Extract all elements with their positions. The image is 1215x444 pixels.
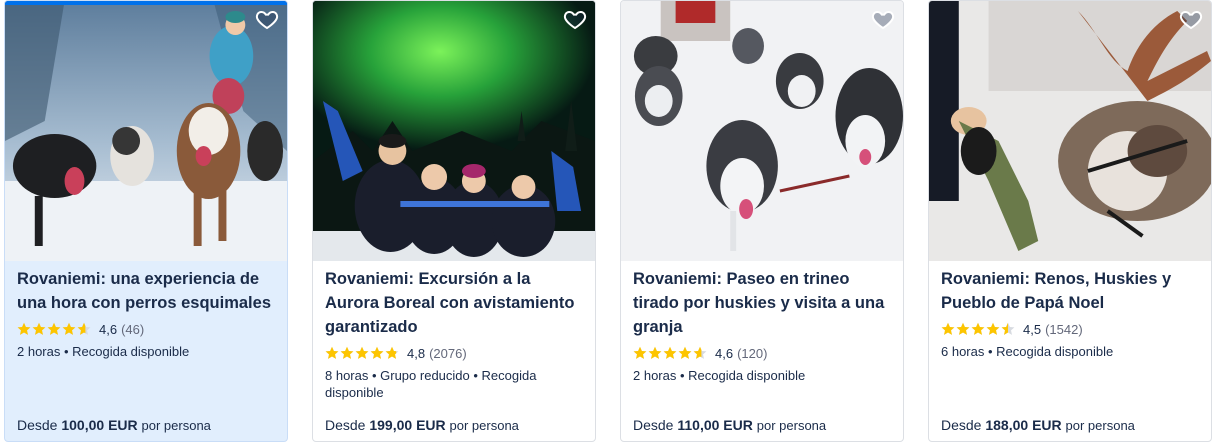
activity-details: 2 horas • Recogida disponible	[17, 344, 190, 359]
wishlist-heart-icon[interactable]	[255, 7, 279, 31]
activity-card-list: Rovaniemi: una experiencia de una hora c…	[4, 0, 1212, 444]
activity-card[interactable]: Rovaniemi: una experiencia de una hora c…	[4, 0, 288, 442]
star-rating	[941, 322, 1015, 336]
rating-row: 4,6 (120)	[633, 344, 893, 362]
star-icon	[663, 346, 677, 360]
review-count: (120)	[737, 345, 768, 361]
rating-score: 4,6	[99, 321, 118, 337]
rating-score: 4,5	[1023, 321, 1042, 337]
review-count: (2076)	[429, 345, 467, 361]
price-amount: 199,00 EUR	[369, 417, 446, 433]
star-icon	[47, 322, 61, 336]
rating-row: 4,6 (46)	[17, 320, 277, 338]
star-icon	[1001, 322, 1015, 336]
rating-score: 4,6	[715, 345, 734, 361]
star-icon	[678, 346, 692, 360]
price-prefix: Desde	[325, 417, 366, 433]
star-icon	[971, 322, 985, 336]
rating-row: 4,8 (2076)	[325, 344, 585, 362]
price-unit: por persona	[756, 418, 827, 433]
price-line: Desde 188,00 EUR por persona	[941, 417, 1135, 433]
activity-title[interactable]: Rovaniemi: Renos, Huskies y Pueblo de Pa…	[941, 267, 1201, 315]
price-prefix: Desde	[17, 417, 58, 433]
activity-card[interactable]: Rovaniemi: Excursión a la Aurora Boreal …	[312, 0, 596, 442]
activity-details: 8 horas • Grupo reducido • Recogida disp…	[325, 368, 537, 400]
star-icon	[77, 322, 91, 336]
star-icon	[370, 346, 384, 360]
star-icon	[986, 322, 1000, 336]
activity-details: 2 horas • Recogida disponible	[633, 368, 806, 383]
activity-details: 6 horas • Recogida disponible	[941, 344, 1114, 359]
star-icon	[956, 322, 970, 336]
price-prefix: Desde	[941, 417, 982, 433]
wishlist-heart-icon[interactable]	[1179, 7, 1203, 31]
star-rating	[325, 346, 399, 360]
star-icon	[693, 346, 707, 360]
review-count: (46)	[121, 321, 145, 337]
activity-card[interactable]: Rovaniemi: Renos, Huskies y Pueblo de Pa…	[928, 0, 1212, 442]
price-line: Desde 199,00 EUR por persona	[325, 417, 519, 433]
star-icon	[32, 322, 46, 336]
activity-title[interactable]: Rovaniemi: una experiencia de una hora c…	[17, 267, 277, 315]
activity-photo-reindeer[interactable]	[929, 1, 1211, 261]
star-icon	[355, 346, 369, 360]
price-amount: 100,00 EUR	[61, 417, 138, 433]
star-icon	[17, 322, 31, 336]
activity-photo-aurora[interactable]	[313, 1, 595, 261]
price-amount: 188,00 EUR	[985, 417, 1062, 433]
price-line: Desde 110,00 EUR por persona	[633, 417, 826, 433]
price-unit: por persona	[449, 418, 519, 433]
activity-title[interactable]: Rovaniemi: Excursión a la Aurora Boreal …	[325, 267, 585, 339]
price-line: Desde 100,00 EUR por persona	[17, 417, 211, 433]
star-icon	[648, 346, 662, 360]
star-icon	[385, 346, 399, 360]
activity-photo-husky-ride[interactable]	[5, 1, 287, 261]
wishlist-heart-icon[interactable]	[871, 7, 895, 31]
wishlist-heart-icon[interactable]	[563, 7, 587, 31]
price-prefix: Desde	[633, 417, 674, 433]
activity-card[interactable]: Rovaniemi: Paseo en trineo tirado por hu…	[620, 0, 904, 442]
star-icon	[62, 322, 76, 336]
review-count: (1542)	[1045, 321, 1083, 337]
price-unit: por persona	[141, 418, 211, 433]
price-amount: 110,00 EUR	[677, 417, 753, 433]
activity-photo-husky-sled[interactable]	[621, 1, 903, 261]
price-unit: por persona	[1065, 418, 1135, 433]
star-icon	[340, 346, 354, 360]
rating-score: 4,8	[407, 345, 426, 361]
activity-title[interactable]: Rovaniemi: Paseo en trineo tirado por hu…	[633, 267, 893, 339]
star-icon	[941, 322, 955, 336]
star-rating	[633, 346, 707, 360]
star-rating	[17, 322, 91, 336]
star-icon	[325, 346, 339, 360]
rating-row: 4,5 (1542)	[941, 320, 1201, 338]
star-icon	[633, 346, 647, 360]
